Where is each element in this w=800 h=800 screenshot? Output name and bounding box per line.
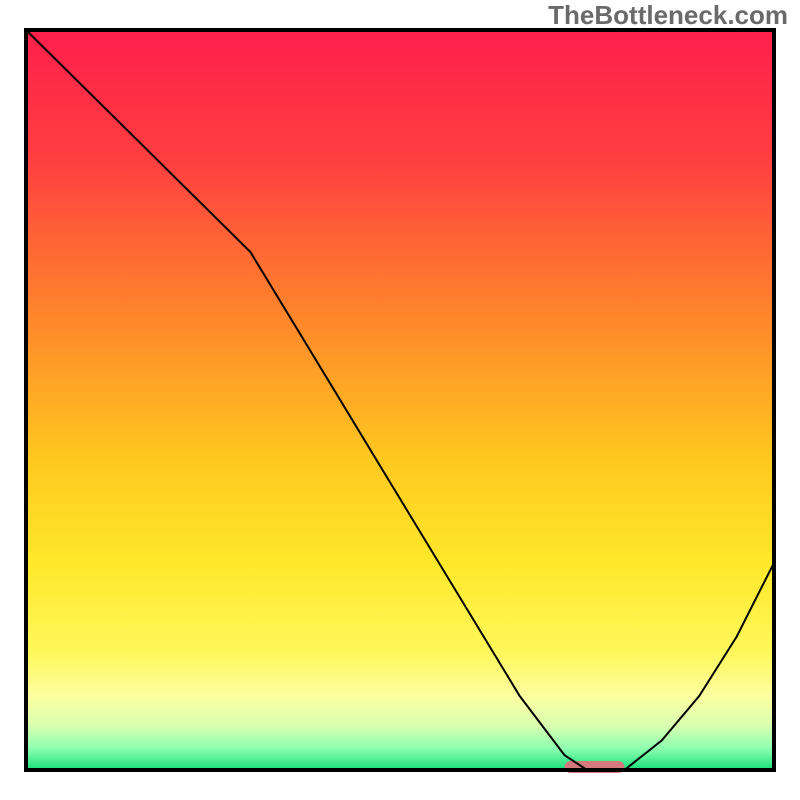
watermark-text: TheBottleneck.com <box>548 0 788 31</box>
chart-svg <box>0 0 800 800</box>
bottleneck-chart: TheBottleneck.com <box>0 0 800 800</box>
